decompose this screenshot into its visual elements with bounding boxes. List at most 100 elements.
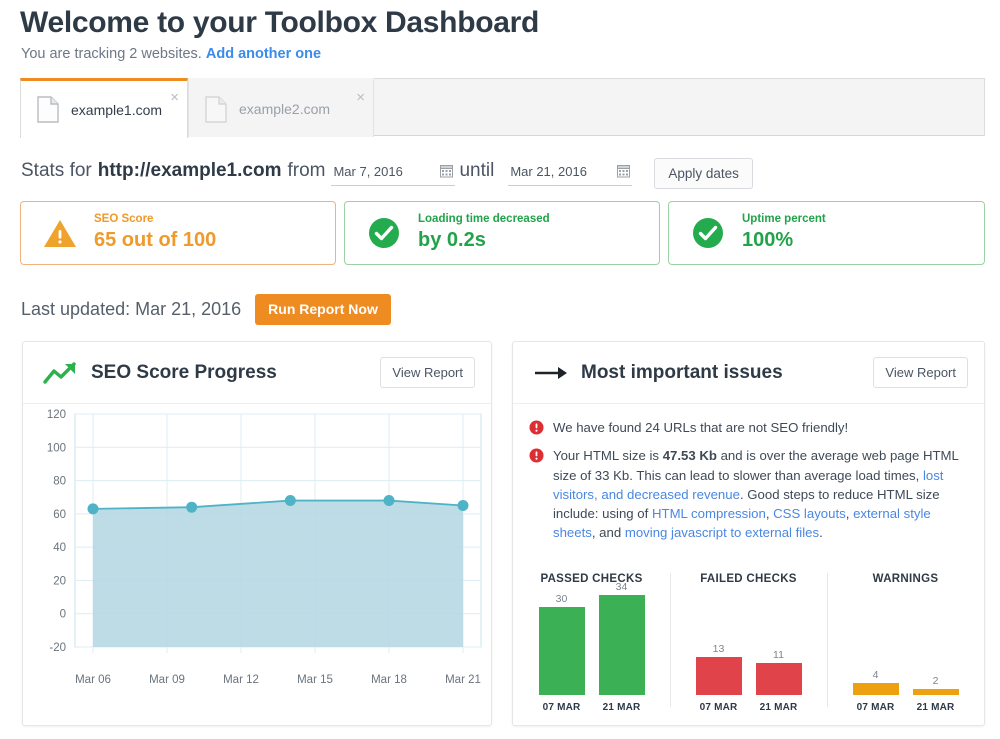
metric-card-uptime: Uptime percent 100% bbox=[668, 201, 985, 265]
issue-emphasis: 47.53 Kb bbox=[663, 448, 717, 463]
bar-chart-title: PASSED CHECKS bbox=[513, 573, 670, 585]
bar-column: 4 bbox=[853, 669, 899, 695]
metric-value: 65 out of 100 bbox=[94, 228, 216, 253]
bar-rect bbox=[913, 689, 959, 695]
error-circle-icon bbox=[529, 448, 544, 463]
view-report-button[interactable]: View Report bbox=[380, 357, 475, 388]
bar-chart-title: WARNINGS bbox=[827, 573, 984, 585]
y-tick-label: 40 bbox=[53, 542, 66, 554]
data-point[interactable] bbox=[384, 495, 395, 506]
x-tick-label: Mar 06 bbox=[75, 674, 111, 686]
x-tick-label: Mar 21 bbox=[445, 674, 481, 686]
stats-for-label: Stats for bbox=[21, 160, 92, 182]
most-important-issues-panel: Most important issues View Report We hav… bbox=[512, 341, 985, 726]
bar-category-label: 21 MAR bbox=[599, 702, 645, 713]
failed-checks-chart: FAILED CHECKS 13 11 07 MAR 21 MAR bbox=[670, 565, 827, 725]
stats-date-range-bar: Stats for http://example1.com from until bbox=[21, 156, 753, 187]
bar-value-label: 30 bbox=[556, 593, 568, 605]
metric-card-text: Loading time decreased by 0.2s bbox=[418, 213, 550, 253]
close-icon[interactable]: × bbox=[170, 90, 179, 105]
bar-category-label: 07 MAR bbox=[696, 702, 742, 713]
issues-list: We have found 24 URLs that are not SEO f… bbox=[513, 404, 984, 543]
y-tick-label: -20 bbox=[49, 642, 66, 654]
add-another-site-link[interactable]: Add another one bbox=[206, 46, 321, 62]
metric-card-seo-score: SEO Score 65 out of 100 bbox=[20, 201, 336, 265]
check-circle-icon bbox=[367, 216, 401, 250]
panel-title: Most important issues bbox=[581, 362, 873, 384]
calendar-icon[interactable] bbox=[617, 164, 630, 178]
check-summary-bar-charts: PASSED CHECKS 30 34 07 MAR 21 MAR bbox=[513, 565, 984, 725]
bar-rect bbox=[756, 663, 802, 695]
bar-rect bbox=[599, 595, 645, 695]
y-tick-label: 100 bbox=[47, 442, 66, 454]
dashboard-page: Welcome to your Toolbox Dashboard You ar… bbox=[0, 0, 1000, 739]
tab-example1[interactable]: example1.com × bbox=[20, 78, 188, 138]
bar-plot-area: 13 11 bbox=[670, 595, 827, 695]
until-date-field[interactable] bbox=[508, 162, 632, 186]
bar-value-label: 2 bbox=[933, 675, 939, 687]
y-tick-label: 80 bbox=[53, 476, 66, 488]
right-arrow-icon bbox=[533, 361, 569, 385]
metric-caption: Uptime percent bbox=[742, 213, 826, 227]
apply-dates-button[interactable]: Apply dates bbox=[654, 158, 753, 189]
bar-value-label: 13 bbox=[713, 643, 725, 655]
bar-column: 34 bbox=[599, 581, 645, 695]
metric-value: by 0.2s bbox=[418, 228, 550, 253]
check-circle-icon bbox=[691, 216, 725, 250]
last-updated-label: Last updated: Mar 21, 2016 bbox=[21, 299, 241, 320]
seo-score-progress-panel: SEO Score Progress View Report -20020406… bbox=[22, 341, 492, 726]
until-date-input[interactable] bbox=[508, 162, 600, 184]
bar-category-label: 21 MAR bbox=[913, 702, 959, 713]
from-date-input[interactable] bbox=[331, 162, 423, 184]
error-circle-icon bbox=[529, 420, 544, 435]
panel-title: SEO Score Progress bbox=[91, 362, 380, 384]
page-subtitle: You are tracking 2 websites. Add another… bbox=[21, 46, 321, 62]
data-point[interactable] bbox=[458, 500, 469, 511]
bar-column: 13 bbox=[696, 643, 742, 695]
data-point[interactable] bbox=[285, 495, 296, 506]
passed-checks-chart: PASSED CHECKS 30 34 07 MAR 21 MAR bbox=[513, 565, 670, 725]
x-tick-label: Mar 15 bbox=[297, 674, 333, 686]
metric-caption: SEO Score bbox=[94, 213, 216, 227]
issue-inline-link[interactable]: moving javascript to external files bbox=[625, 525, 819, 540]
bar-column: 2 bbox=[913, 675, 959, 695]
seo-score-line-chart: -20020406080100120Mar 06Mar 09Mar 12Mar … bbox=[23, 404, 491, 724]
bar-plot-area: 4 2 bbox=[827, 595, 984, 695]
bar-rect bbox=[539, 607, 585, 695]
run-report-now-button[interactable]: Run Report Now bbox=[255, 294, 391, 325]
panel-header: SEO Score Progress View Report bbox=[23, 342, 491, 404]
metric-card-text: SEO Score 65 out of 100 bbox=[94, 213, 216, 253]
data-point[interactable] bbox=[186, 502, 197, 513]
from-date-field[interactable] bbox=[331, 162, 455, 186]
warnings-chart: WARNINGS 4 2 07 MAR 21 MAR bbox=[827, 565, 984, 725]
close-icon[interactable]: × bbox=[356, 90, 365, 105]
calendar-icon[interactable] bbox=[440, 164, 453, 178]
x-tick-label: Mar 18 bbox=[371, 674, 407, 686]
bar-rect bbox=[696, 657, 742, 695]
issue-item: Your HTML size is 47.53 Kb and is over t… bbox=[529, 446, 966, 542]
bar-category-labels: 07 MAR 21 MAR bbox=[670, 702, 827, 713]
issue-text-segment: We have found 24 URLs that are not SEO f… bbox=[553, 420, 848, 435]
issue-text-segment: , bbox=[846, 506, 853, 521]
issue-text-segment: Your HTML size is bbox=[553, 448, 663, 463]
bar-column: 30 bbox=[539, 593, 585, 695]
view-report-button[interactable]: View Report bbox=[873, 357, 968, 388]
from-label: from bbox=[287, 160, 325, 182]
bar-plot-area: 30 34 bbox=[513, 595, 670, 695]
site-tab-bar: example1.com × example2.com × bbox=[20, 78, 985, 136]
metric-value: 100% bbox=[742, 228, 826, 253]
data-point[interactable] bbox=[88, 503, 99, 514]
metric-card-row: SEO Score 65 out of 100 Loading time dec… bbox=[20, 201, 985, 265]
issue-inline-link[interactable]: CSS layouts bbox=[773, 506, 846, 521]
issue-inline-link[interactable]: HTML compression bbox=[652, 506, 766, 521]
current-site-url: http://example1.com bbox=[98, 160, 282, 182]
metric-card-loading-time: Loading time decreased by 0.2s bbox=[344, 201, 660, 265]
bar-chart-title: FAILED CHECKS bbox=[670, 573, 827, 585]
tab-label: example1.com bbox=[71, 102, 162, 118]
tab-example2[interactable]: example2.com × bbox=[188, 78, 374, 137]
metric-card-text: Uptime percent 100% bbox=[742, 213, 826, 253]
bar-value-label: 34 bbox=[616, 581, 628, 593]
trend-up-arrow-icon bbox=[43, 361, 79, 385]
issue-text-segment: This can lead to slower than average loa… bbox=[633, 468, 923, 483]
y-tick-label: 20 bbox=[53, 575, 66, 587]
